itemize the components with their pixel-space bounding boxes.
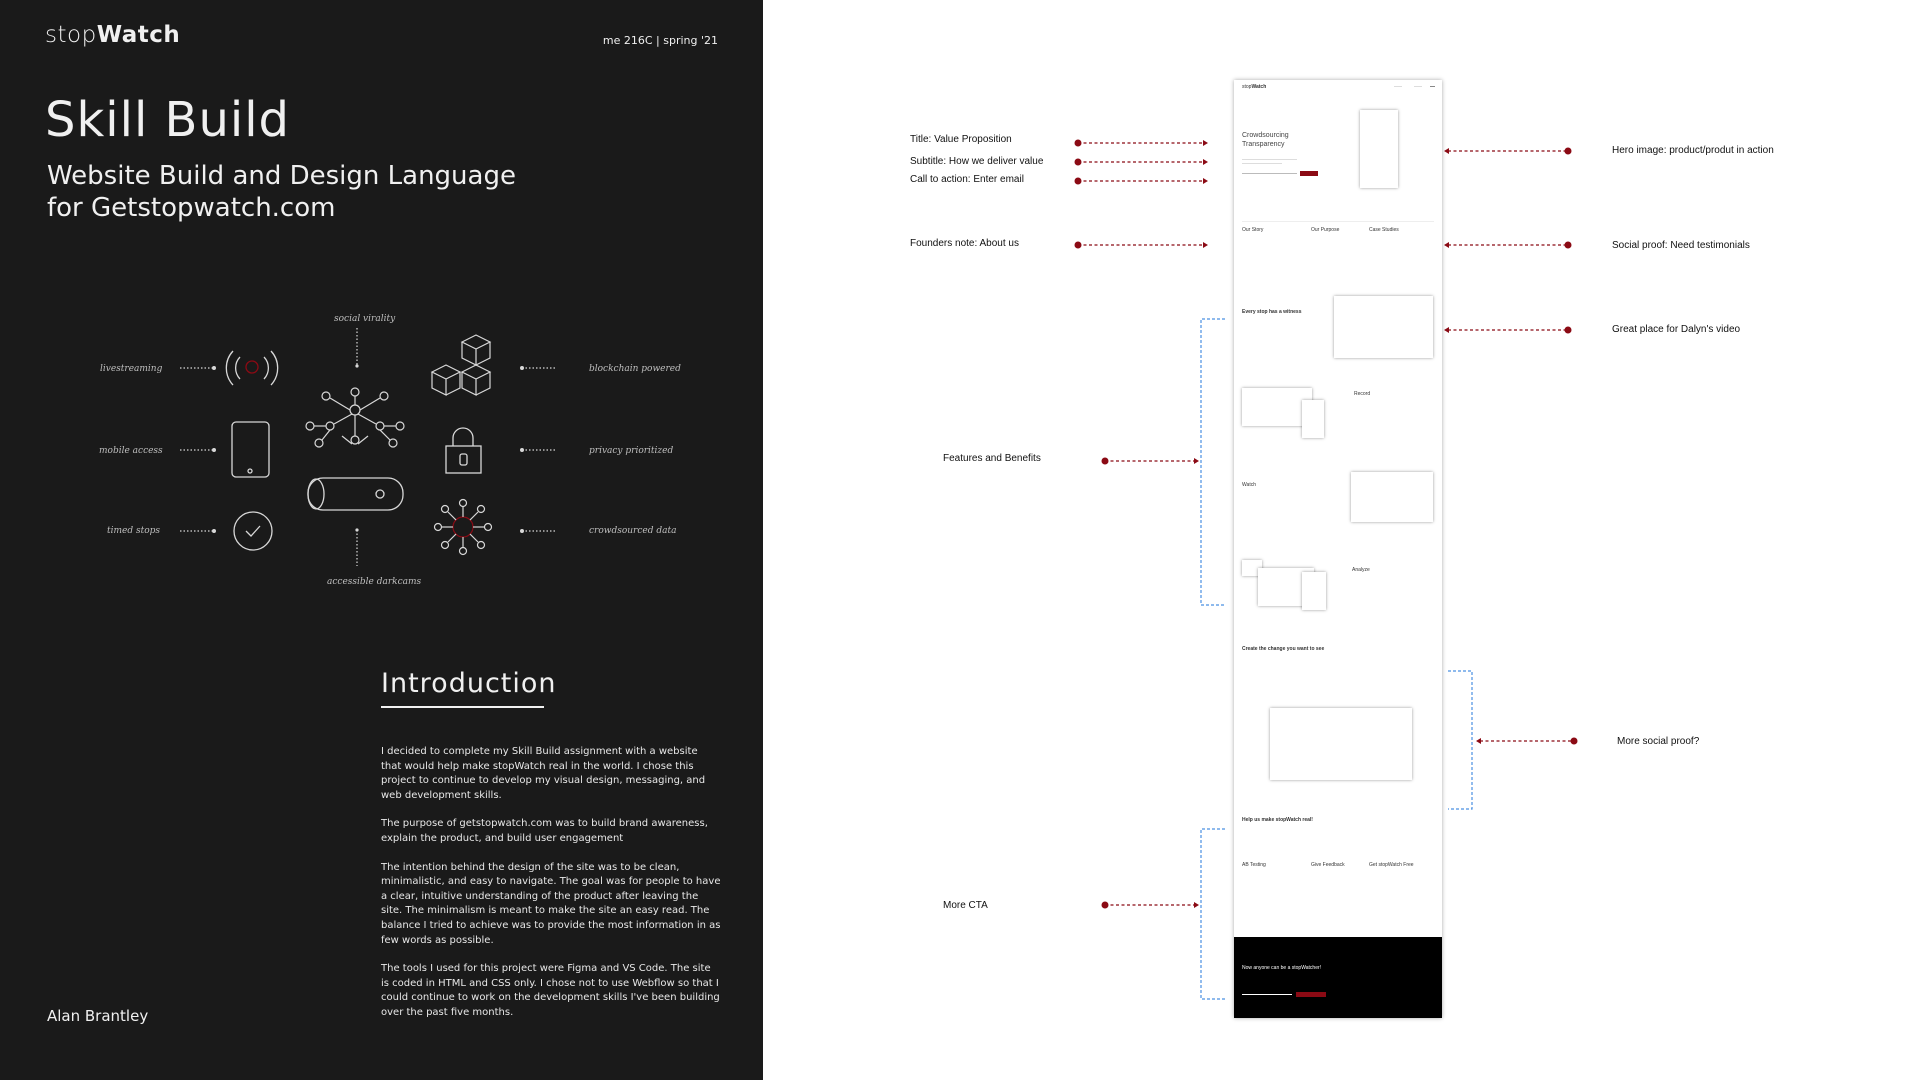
wf-logo: stopWatch	[1242, 84, 1266, 90]
wf-hero-heading: Crowdsourcing Transparency	[1242, 132, 1289, 148]
wf-cta-button	[1300, 171, 1318, 176]
wf-text-line	[1242, 163, 1282, 164]
wf-cta-col: Get stopWatch Free	[1369, 862, 1414, 868]
wf-about-col: Our Purpose	[1311, 227, 1340, 233]
wf-cta-col: Give Feedback	[1311, 862, 1345, 868]
wf-nav-item	[1394, 86, 1402, 87]
wf-about-col: Case Studies	[1369, 227, 1399, 233]
wf-about-col: Our Story	[1242, 227, 1264, 233]
wf-testimonial-box	[1270, 708, 1412, 780]
wf-text-line	[1242, 159, 1297, 160]
website-wireframe: stopWatch Crowdsourcing Transparency Our…	[1234, 80, 1442, 1018]
wf-video-box	[1334, 296, 1433, 358]
wf-feature-image	[1302, 572, 1326, 610]
wf-feature-title: Analyze	[1352, 567, 1370, 573]
wf-feature-title: Watch	[1242, 482, 1256, 488]
wf-footer-input	[1242, 994, 1292, 995]
wf-witness-heading: Every stop has a witness	[1242, 309, 1302, 315]
wf-feature-image	[1302, 400, 1324, 438]
wf-footer: Now anyone can be a stopWatcher!	[1234, 937, 1442, 1018]
menu-icon	[1430, 86, 1435, 87]
wf-cta-col: AB Testing	[1242, 862, 1266, 868]
wf-change-heading: Create the change you want to see	[1242, 646, 1325, 652]
wf-divider	[1242, 221, 1434, 222]
wf-hero-phone	[1360, 110, 1398, 188]
annotation-connectors	[1074, 139, 1578, 1000]
wf-footer-heading: Now anyone can be a stopWatcher!	[1242, 965, 1322, 971]
wf-nav-item	[1414, 86, 1422, 87]
wf-help-heading: Help us make stopWatch real!	[1242, 817, 1313, 823]
wf-email-input	[1242, 173, 1297, 174]
wf-feature-image	[1351, 472, 1433, 522]
wf-feature-title: Record	[1354, 391, 1371, 397]
wf-footer-button	[1296, 992, 1326, 997]
wf-logo-bold: Watch	[1251, 84, 1267, 90]
